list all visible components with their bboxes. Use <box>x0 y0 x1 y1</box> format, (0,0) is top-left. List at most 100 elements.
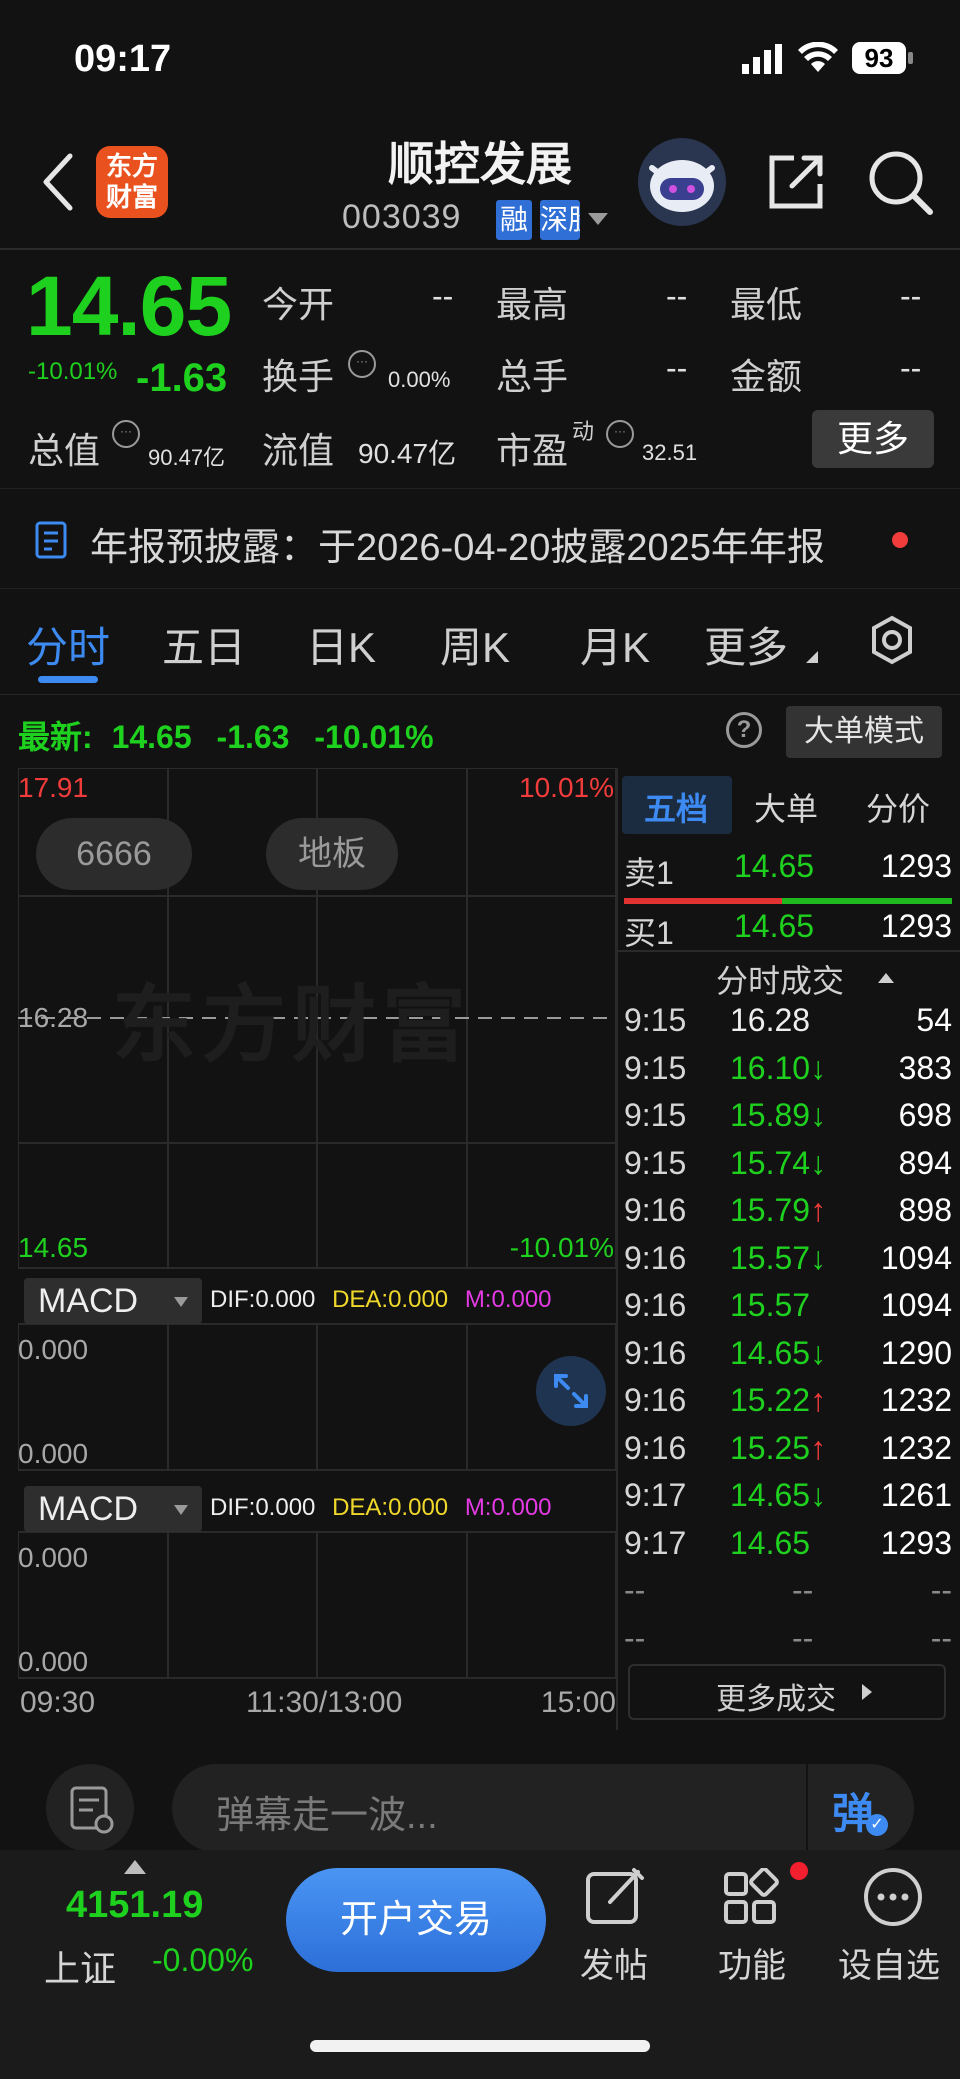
sell-1-price: 14.65 <box>734 848 815 884</box>
trade-volume: 383 <box>898 1049 952 1086</box>
notice-divider <box>0 588 960 589</box>
x-label-noon: 11:30/13:00 <box>246 1686 403 1719</box>
trade-time: 9:15 <box>624 1097 687 1133</box>
trade-price-value: 14.65 <box>730 1334 811 1371</box>
change-amount: -1.63 <box>136 356 228 400</box>
chevron-down-icon <box>174 1294 188 1312</box>
grid-icon <box>722 1867 780 1931</box>
arrow-down-icon: ↓ <box>810 1334 827 1371</box>
trade-price: 14.65↓ <box>730 1335 826 1372</box>
back-icon[interactable] <box>40 152 76 217</box>
open-account-button[interactable]: 开户交易 <box>286 1868 546 1972</box>
tab-intraday[interactable]: 分时 <box>26 614 110 675</box>
arrow-up-icon: ↑ <box>810 1382 827 1418</box>
trade-price: -- <box>792 1572 813 1609</box>
trade-price-value: 14.65 <box>730 1524 811 1561</box>
latest-price: 14.65 <box>111 719 192 755</box>
trade-time: 9:15 <box>624 1049 687 1086</box>
tab-day-k[interactable]: 日K <box>306 614 376 675</box>
trade-time: 9:15 <box>624 1144 687 1181</box>
trade-row: 9:15 15.74↓ 894 <box>624 1145 952 1192</box>
more-dots-icon[interactable]: ··· <box>606 420 634 448</box>
trade-volume: 1232 <box>880 1429 952 1466</box>
mktcap-value: 90.47亿 <box>148 445 226 470</box>
search-icon[interactable] <box>866 148 934 221</box>
badge-6666[interactable]: 6666 <box>36 818 192 890</box>
trade-time: -- <box>624 1619 646 1656</box>
sell-ratio-bar <box>624 898 782 904</box>
gear-icon[interactable] <box>866 614 918 671</box>
buy-1-volume: 1293 <box>880 908 952 944</box>
index-name: 上证 <box>44 1948 117 1989</box>
panel-tab-five-levels[interactable]: 五档 <box>644 784 708 830</box>
tab-five-day[interactable]: 五日 <box>162 614 246 675</box>
tab-indicator <box>38 676 98 683</box>
annual-report-notice[interactable]: 年报预披露：于2026-04-20披露2025年年报 <box>0 490 960 590</box>
functions-button[interactable]: 功能 <box>706 1862 808 1985</box>
big-order-mode-button[interactable]: 大单模式 <box>786 706 942 758</box>
trade-price: 15.25↑ <box>730 1430 826 1467</box>
y-bottom-label: 14.65 <box>18 1232 89 1263</box>
market-tag: 深股 <box>540 200 580 240</box>
intraday-chart[interactable]: 东方财富 17.91 10.01% 16.28 14.65 -10.01% 66… <box>17 767 617 1728</box>
badge-limit-down[interactable]: 地板 <box>266 818 398 890</box>
more-dots-icon[interactable]: ··· <box>112 420 140 448</box>
danmaku-settings-icon[interactable] <box>46 1764 134 1852</box>
more-trades-button[interactable]: 更多成交 <box>628 1664 946 1720</box>
y-bottom-pct-label: -10.01% <box>509 1232 614 1263</box>
trade-volume: 1290 <box>880 1334 952 1371</box>
trade-price-value: 15.25 <box>730 1429 811 1466</box>
panel-divider <box>616 768 618 1730</box>
post-button[interactable]: 发帖 <box>570 1862 662 1985</box>
more-dots-icon[interactable]: ··· <box>348 350 376 378</box>
indicator-1-selector[interactable]: MACD <box>24 1278 202 1324</box>
trade-row: 9:15 15.89↓ 698 <box>624 1097 952 1144</box>
trade-price: 16.28 <box>730 1002 810 1039</box>
input-separator <box>806 1764 808 1852</box>
y-top-pct-label: 10.01% <box>519 772 614 803</box>
trade-time: 9:16 <box>624 1382 687 1418</box>
trade-price-value: 16.10 <box>730 1049 811 1086</box>
indicator-1-dea: DEA:0.000 <box>332 1286 449 1313</box>
panel-tab-big-orders[interactable]: 大单 <box>754 784 818 830</box>
edit-icon <box>584 1866 646 1933</box>
trade-price-value: 15.22 <box>730 1382 811 1418</box>
trade-row: 9:15 16.10↓ 383 <box>624 1050 952 1097</box>
trade-time: 9:16 <box>624 1334 687 1371</box>
trade-price-value: 16.28 <box>730 1002 811 1038</box>
change-percent: -10.01% <box>28 358 118 385</box>
battery-level: 93 <box>864 43 894 73</box>
indicator-1-m: M:0.000 <box>464 1286 552 1313</box>
expand-icon[interactable] <box>536 1356 606 1426</box>
tab-month-k[interactable]: 月K <box>580 614 650 675</box>
chevron-down-icon[interactable] <box>588 212 608 230</box>
tab-more[interactable]: 更多 <box>704 614 788 675</box>
add-watchlist-button[interactable]: 设自选 <box>836 1862 946 1985</box>
danmaku-input[interactable]: 弹幕走一波... 弹 ✓ <box>172 1764 914 1852</box>
sell-1-row: 卖1 14.65 1293 <box>624 848 952 895</box>
float-value: 90.47亿 <box>358 438 457 469</box>
trade-price-value: 15.57 <box>730 1287 811 1323</box>
high-value: -- <box>666 278 688 314</box>
caret-up-icon <box>124 1860 146 1879</box>
x-label-close: 15:00 <box>540 1686 616 1719</box>
indicator-2-name: MACD <box>38 1490 139 1528</box>
trade-row: 9:16 15.25↑ 1232 <box>624 1430 952 1477</box>
more-quote-button[interactable]: 更多 <box>812 410 934 468</box>
trades-title[interactable]: 分时成交 <box>716 956 844 1002</box>
trade-price: 14.65↓ <box>730 1477 826 1514</box>
index-value[interactable]: 4151.19 <box>66 1884 203 1927</box>
indicator-2-selector[interactable]: MACD <box>24 1486 202 1532</box>
trade-price: 15.57 <box>730 1287 810 1324</box>
assistant-robot-icon[interactable] <box>638 138 726 226</box>
battery-tip <box>908 52 913 64</box>
panel-tab-price-levels[interactable]: 分价 <box>866 784 930 830</box>
header-divider <box>0 248 960 250</box>
trade-row: -- -- -- <box>624 1620 952 1667</box>
help-icon[interactable]: ? <box>726 712 762 748</box>
arrow-down-icon: ↓ <box>810 1144 827 1181</box>
tabs-divider <box>0 694 960 695</box>
share-icon[interactable] <box>764 150 828 219</box>
tab-week-k[interactable]: 周K <box>440 614 510 675</box>
trade-price-value: 15.79 <box>730 1192 811 1228</box>
